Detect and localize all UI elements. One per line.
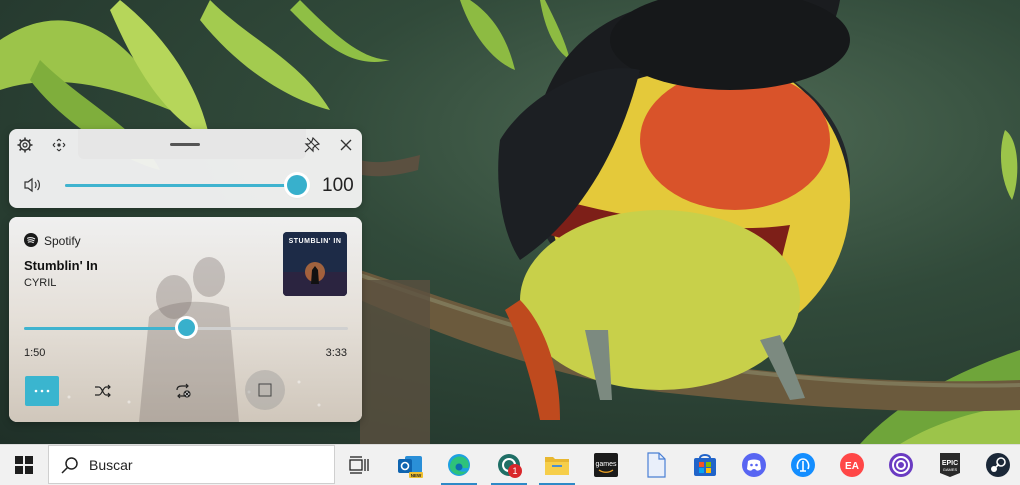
svg-text:EA: EA [845,461,859,472]
drag-grip [170,143,200,146]
elapsed-time: 1:50 [24,347,46,359]
start-button[interactable] [4,445,44,485]
edge-app[interactable] [439,445,479,485]
epic-games-app[interactable]: EPIC GAMES [930,445,970,485]
outlook-icon: NEW [398,456,423,478]
amazon-games-app[interactable]: games [586,445,626,485]
gear-icon[interactable] [15,135,35,155]
more-icon [34,389,50,393]
store-icon [694,454,716,476]
desktop-wallpaper: 100 Spotify Stumblin' In CYRIL STUMBLIN'… [0,0,1020,444]
album-art: STUMBLIN' IN [283,232,347,296]
discord-icon [742,453,766,477]
svg-text:EPIC: EPIC [942,460,958,467]
stop-button[interactable] [245,370,285,410]
battle-net-icon [791,453,815,477]
discord-app[interactable] [734,445,774,485]
pin-icon[interactable] [302,135,322,155]
microsoft-store-app[interactable] [685,445,725,485]
svg-text:GAMES: GAMES [943,467,958,472]
media-flyout: Spotify Stumblin' In CYRIL STUMBLIN' IN … [9,217,362,422]
volume-slider-thumb[interactable] [287,175,307,195]
outlook-app[interactable]: NEW [390,445,430,485]
ea-icon: EA [840,453,864,477]
repeat-button[interactable] [166,376,200,406]
notepad-app[interactable] [636,445,676,485]
ubisoft-icon [889,453,913,477]
steam-icon [986,453,1010,477]
repeat-icon [176,383,191,399]
amazon-games-icon: games [594,453,618,477]
progress-fill [24,327,186,330]
notepad-icon [647,452,666,478]
track-title: Stumblin' In [24,258,98,273]
close-icon[interactable] [336,135,356,155]
chatgpt-app[interactable]: 1 [489,445,529,485]
album-art-text: STUMBLIN' IN [288,238,342,245]
volume-value: 100 [322,175,354,196]
folder-icon [545,457,569,475]
progress-thumb[interactable] [178,319,195,336]
svg-text:NEW: NEW [411,473,422,478]
epic-games-icon: EPICGAMES [940,453,960,477]
search-placeholder: Buscar [89,457,133,473]
stop-icon [258,383,272,397]
app-name: Spotify [44,234,81,248]
task-view-button[interactable] [339,445,379,485]
steam-app[interactable] [978,445,1018,485]
track-artist: CYRIL [24,277,57,289]
taskbar: Buscar NEW 1 games EA EPIC GAMES [0,444,1020,485]
move-arrows-icon[interactable] [49,135,69,155]
drag-handle[interactable] [78,129,306,159]
more-button[interactable] [25,376,59,406]
file-explorer-app[interactable] [537,445,577,485]
volume-slider-fill [65,184,297,187]
duration-time: 3:33 [325,347,347,359]
search-box[interactable]: Buscar [48,445,335,484]
volume-flyout: 100 [9,129,362,208]
ea-app[interactable]: EA [832,445,872,485]
svg-text:games: games [595,461,617,468]
notification-badge: 1 [508,464,522,478]
edge-icon [448,454,470,476]
shuffle-icon [95,384,111,398]
search-icon [61,457,78,474]
battle-net-app[interactable] [783,445,823,485]
ubisoft-app[interactable] [881,445,921,485]
speaker-icon[interactable] [21,175,45,195]
task-view-icon [349,456,369,474]
shuffle-button[interactable] [86,376,120,406]
spotify-icon [24,233,38,247]
windows-icon [15,456,33,474]
